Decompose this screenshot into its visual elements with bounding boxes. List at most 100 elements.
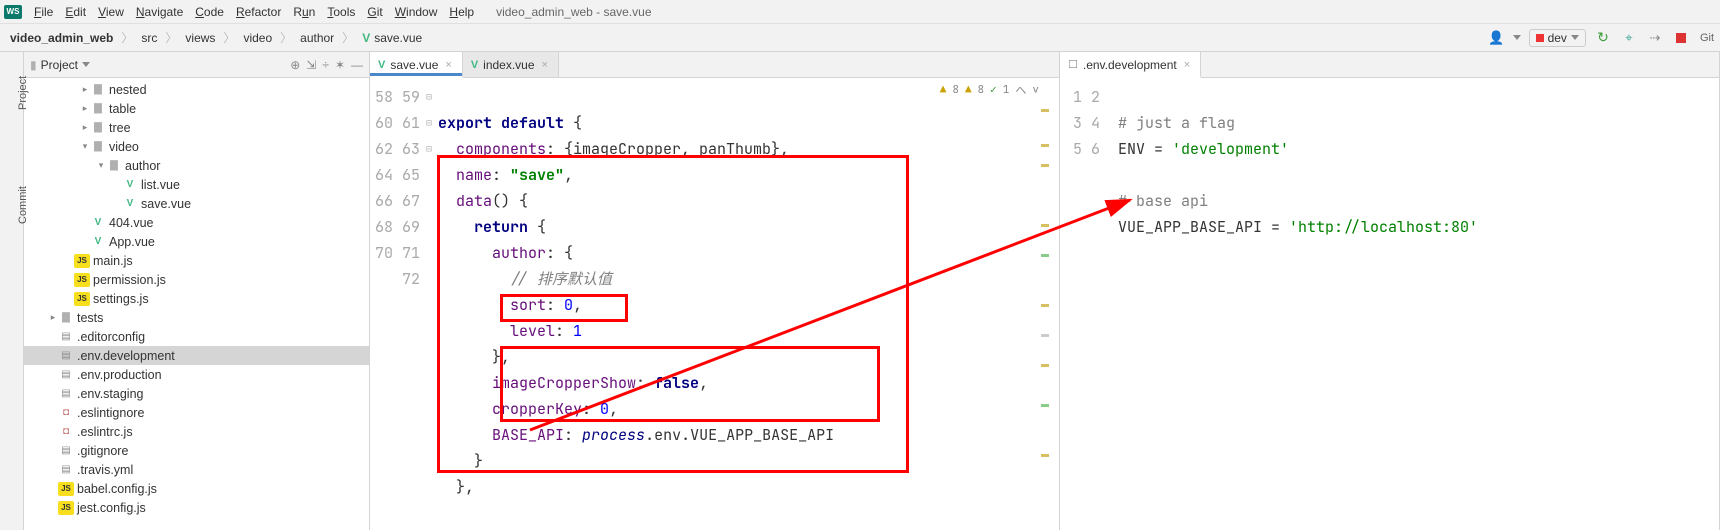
tree-item[interactable]: ▤.env.production	[24, 365, 369, 384]
settings-icon[interactable]: ✶	[335, 58, 345, 72]
inspection-summary[interactable]: ▲8 ▲8 ✓1 ヘ ∨	[940, 82, 1039, 98]
main-area: Project Commit ▮ Project ⊕ ⇲ ÷ ✶ — ▸▇nes…	[0, 52, 1720, 530]
tab-label: index.vue	[483, 58, 534, 72]
close-icon[interactable]: ×	[445, 59, 451, 71]
weak-warning-icon: ▲	[965, 83, 972, 97]
menu-tools[interactable]: Tools	[321, 3, 361, 21]
npm-icon	[1536, 34, 1544, 42]
chevron-down-icon[interactable]	[82, 62, 90, 67]
app-icon: WS	[4, 5, 22, 19]
code-text[interactable]: export default { components: {imageCropp…	[430, 78, 1059, 530]
menu-refactor[interactable]: Refactor	[230, 3, 287, 21]
editor-left-tabs: V save.vue × V index.vue ×	[370, 52, 1059, 78]
menu-view[interactable]: View	[92, 3, 130, 21]
chevron-down-icon	[1513, 35, 1521, 40]
stop-icon[interactable]	[1672, 29, 1690, 47]
tab-index-vue[interactable]: V index.vue ×	[463, 52, 559, 77]
menu-window[interactable]: Window	[389, 3, 444, 21]
tab-env-development[interactable]: ☐ .env.development ×	[1060, 52, 1201, 78]
hide-icon[interactable]: —	[351, 58, 363, 72]
tree-item[interactable]: ▤.env.staging	[24, 384, 369, 403]
tree-item[interactable]: Vlist.vue	[24, 175, 369, 194]
menu-help[interactable]: Help	[443, 3, 480, 21]
debug-icon[interactable]: ⌖	[1620, 29, 1638, 47]
menu-navigate[interactable]: Navigate	[130, 3, 189, 21]
close-icon[interactable]: ×	[542, 59, 548, 71]
user-icon[interactable]: 👤	[1488, 30, 1504, 46]
run-config-label: dev	[1548, 31, 1567, 45]
editor-right-tabs: ☐ .env.development ×	[1060, 52, 1719, 78]
file-icon: ☐	[1068, 58, 1078, 71]
project-folder-icon: ▮	[30, 58, 37, 72]
tree-item[interactable]: ▤.editorconfig	[24, 327, 369, 346]
tree-item[interactable]: ▤.gitignore	[24, 441, 369, 460]
tree-item[interactable]: ▸▇tree	[24, 118, 369, 137]
breadcrumb-file[interactable]: save.vue	[358, 29, 426, 47]
tab-label: .env.development	[1083, 58, 1177, 72]
tree-item[interactable]: ◘.eslintignore	[24, 403, 369, 422]
breadcrumb-author[interactable]: author	[296, 29, 338, 47]
tree-item[interactable]: JSbabel.config.js	[24, 479, 369, 498]
tree-item[interactable]: ▸▇nested	[24, 80, 369, 99]
git-label[interactable]: Git	[1700, 32, 1714, 44]
run-icon[interactable]: ↻	[1594, 29, 1612, 47]
toolbar-right: 👤 dev ↻ ⌖ ⇢ Git	[1488, 29, 1714, 47]
line-gutter: 58 59 60 61 62 63 64 65 66 67 68 69 70 7…	[370, 78, 430, 530]
editor-right-code[interactable]: 1 2 3 4 5 6 # just a flag ENV = 'develop…	[1060, 78, 1719, 530]
commit-tool-button[interactable]: Commit	[17, 186, 29, 224]
tree-item[interactable]: ▾▇author	[24, 156, 369, 175]
bc-sep-icon: 〉	[119, 29, 135, 46]
editor-left-code[interactable]: 58 59 60 61 62 63 64 65 66 67 68 69 70 7…	[370, 78, 1059, 530]
left-tool-strip: Project Commit	[0, 52, 24, 530]
project-tree[interactable]: ▸▇nested▸▇table▸▇tree▾▇video▾▇author Vli…	[24, 78, 369, 530]
tree-item[interactable]: V404.vue	[24, 213, 369, 232]
chevron-up-icon[interactable]: ヘ	[1015, 82, 1026, 98]
collapse-icon[interactable]: ÷	[322, 58, 329, 72]
run-config-selector[interactable]: dev	[1529, 29, 1586, 47]
tree-item[interactable]: ◘.eslintrc.js	[24, 422, 369, 441]
breadcrumb-root[interactable]: video_admin_web	[6, 29, 117, 47]
expand-icon[interactable]: ⇲	[306, 58, 316, 72]
tree-item[interactable]: JSpermission.js	[24, 270, 369, 289]
menu-bar: WS File Edit View Navigate Code Refactor…	[0, 0, 1720, 24]
tab-save-vue[interactable]: V save.vue ×	[370, 52, 463, 78]
tree-item[interactable]: VApp.vue	[24, 232, 369, 251]
menu-file[interactable]: File	[28, 3, 59, 21]
tree-item[interactable]: JSsettings.js	[24, 289, 369, 308]
tree-item[interactable]: ▸▇tests	[24, 308, 369, 327]
editor-right-pane: ☐ .env.development × 1 2 3 4 5 6 # just …	[1060, 52, 1720, 530]
tree-item[interactable]: ▤.env.development	[24, 346, 369, 365]
breadcrumb-views[interactable]: views	[181, 29, 219, 47]
project-header: ▮ Project ⊕ ⇲ ÷ ✶ —	[24, 52, 369, 78]
tree-item[interactable]: ▤.travis.yml	[24, 460, 369, 479]
tab-label: save.vue	[390, 58, 438, 72]
locate-icon[interactable]: ⊕	[290, 58, 300, 72]
window-title: video_admin_web - save.vue	[496, 5, 651, 19]
editor-splitter: V save.vue × V index.vue × 58 59 60 61 6…	[370, 52, 1720, 530]
chevron-down-icon[interactable]: ∨	[1032, 83, 1039, 97]
project-tool-button[interactable]: Project	[17, 76, 29, 110]
menu-edit[interactable]: Edit	[59, 3, 92, 21]
bc-sep-icon: 〉	[163, 29, 179, 46]
menu-code[interactable]: Code	[189, 3, 230, 21]
editor-left-pane: V save.vue × V index.vue × 58 59 60 61 6…	[370, 52, 1060, 530]
close-icon[interactable]: ×	[1184, 59, 1190, 71]
project-tool-window: ▮ Project ⊕ ⇲ ÷ ✶ — ▸▇nested▸▇table▸▇tre…	[24, 52, 370, 530]
marker-strip[interactable]	[1041, 104, 1049, 530]
breadcrumb-video[interactable]: video	[239, 29, 276, 47]
menu-run[interactable]: Run	[287, 3, 321, 21]
menu-git[interactable]: Git	[361, 3, 388, 21]
tree-item[interactable]: ▸▇table	[24, 99, 369, 118]
coverage-icon[interactable]: ⇢	[1646, 29, 1664, 47]
ok-icon: ✓	[990, 83, 997, 97]
chevron-down-icon	[1571, 35, 1579, 40]
nav-bar: video_admin_web 〉 src 〉 views 〉 video 〉 …	[0, 24, 1720, 52]
breadcrumb-src[interactable]: src	[137, 29, 161, 47]
tree-item[interactable]: JSjest.config.js	[24, 498, 369, 517]
tree-item[interactable]: Vsave.vue	[24, 194, 369, 213]
vue-icon: V	[378, 59, 385, 71]
tree-item[interactable]: ▾▇video	[24, 137, 369, 156]
tree-item[interactable]: JSmain.js	[24, 251, 369, 270]
code-text[interactable]: # just a flag ENV = 'development' # base…	[1110, 78, 1719, 530]
project-title[interactable]: Project	[41, 58, 78, 72]
